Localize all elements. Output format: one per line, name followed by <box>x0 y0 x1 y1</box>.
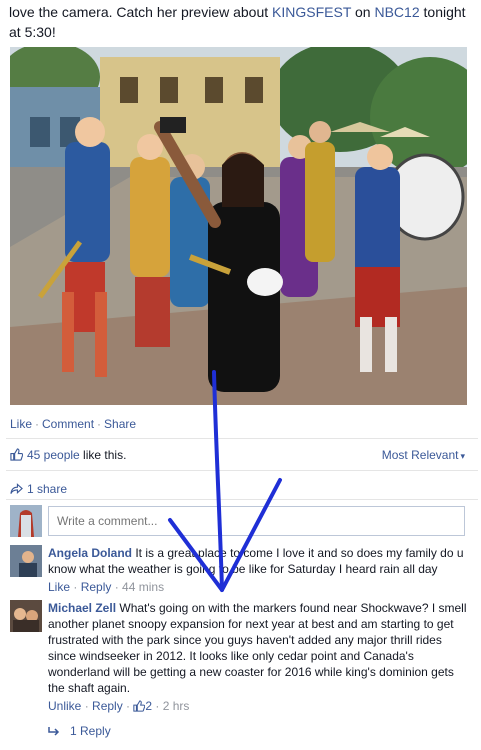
reply-arrow-icon <box>48 725 60 739</box>
divider <box>6 499 478 500</box>
comment-link[interactable]: Comment <box>42 417 94 431</box>
separator: · <box>97 417 102 431</box>
divider <box>6 438 478 439</box>
comment-body: Michael Zell What's going on with the ma… <box>48 600 468 696</box>
like-link[interactable]: Like <box>10 417 32 431</box>
separator: · <box>35 417 40 431</box>
likes-suffix: like this. <box>79 448 127 462</box>
commenter-name[interactable]: Michael Zell <box>48 601 116 615</box>
thumbs-up-icon <box>133 700 146 716</box>
kingsfest-link[interactable]: KINGSFEST <box>272 4 351 20</box>
post-photo[interactable] <box>10 47 467 405</box>
thumbs-up-icon <box>10 448 24 464</box>
share-row[interactable]: 1 share <box>10 482 67 498</box>
post-text-part2: on <box>351 4 375 20</box>
comment-text: What's going on with the markers found n… <box>48 601 467 695</box>
likes-row: 45 people like this. Most Relevant ▾ <box>10 448 465 464</box>
post-text: love the camera. Catch her preview about… <box>9 2 471 42</box>
comment-meta: Unlike · Reply · 2 · 2 hrs <box>48 698 468 716</box>
comment-unlike-link[interactable]: Unlike <box>48 699 81 713</box>
comment-body: Angela Doland It is a great place to com… <box>48 545 468 577</box>
photo-illustration <box>10 47 467 405</box>
comment-input[interactable] <box>48 506 465 536</box>
comment-item: Angela Doland It is a great place to com… <box>48 545 468 595</box>
likes-count-link[interactable]: 45 people <box>27 448 80 462</box>
comment-meta: Like · Reply · 44 mins <box>48 580 165 594</box>
commenter-name[interactable]: Angela Doland <box>48 546 132 560</box>
comment-time[interactable]: 44 mins <box>122 580 164 594</box>
comment-time[interactable]: 2 hrs <box>163 699 190 713</box>
share-arrow-icon <box>10 483 23 498</box>
nbc12-link[interactable]: NBC12 <box>374 4 419 20</box>
commenter-avatar[interactable] <box>10 545 42 577</box>
replies-count: 1 Reply <box>70 724 111 738</box>
post-actions: Like · Comment · Share <box>10 417 136 431</box>
sort-dropdown[interactable]: Most Relevant ▾ <box>382 448 465 462</box>
comment-like-count[interactable]: 2 <box>145 699 152 713</box>
comment-item: Michael Zell What's going on with the ma… <box>48 600 468 716</box>
view-replies-link[interactable]: 1 Reply <box>48 724 111 739</box>
sort-label: Most Relevant <box>381 448 459 462</box>
divider <box>6 470 478 471</box>
commenter-avatar[interactable] <box>10 600 42 632</box>
chevron-down-icon: ▾ <box>460 451 465 461</box>
post-text-part1: love the camera. Catch her preview about <box>9 4 273 20</box>
share-count: 1 share <box>27 482 68 496</box>
comment-reply-link[interactable]: Reply <box>81 580 112 594</box>
current-user-avatar[interactable] <box>10 505 42 537</box>
comment-reply-link[interactable]: Reply <box>92 699 123 713</box>
comment-like-link[interactable]: Like <box>48 580 70 594</box>
share-link[interactable]: Share <box>104 417 136 431</box>
